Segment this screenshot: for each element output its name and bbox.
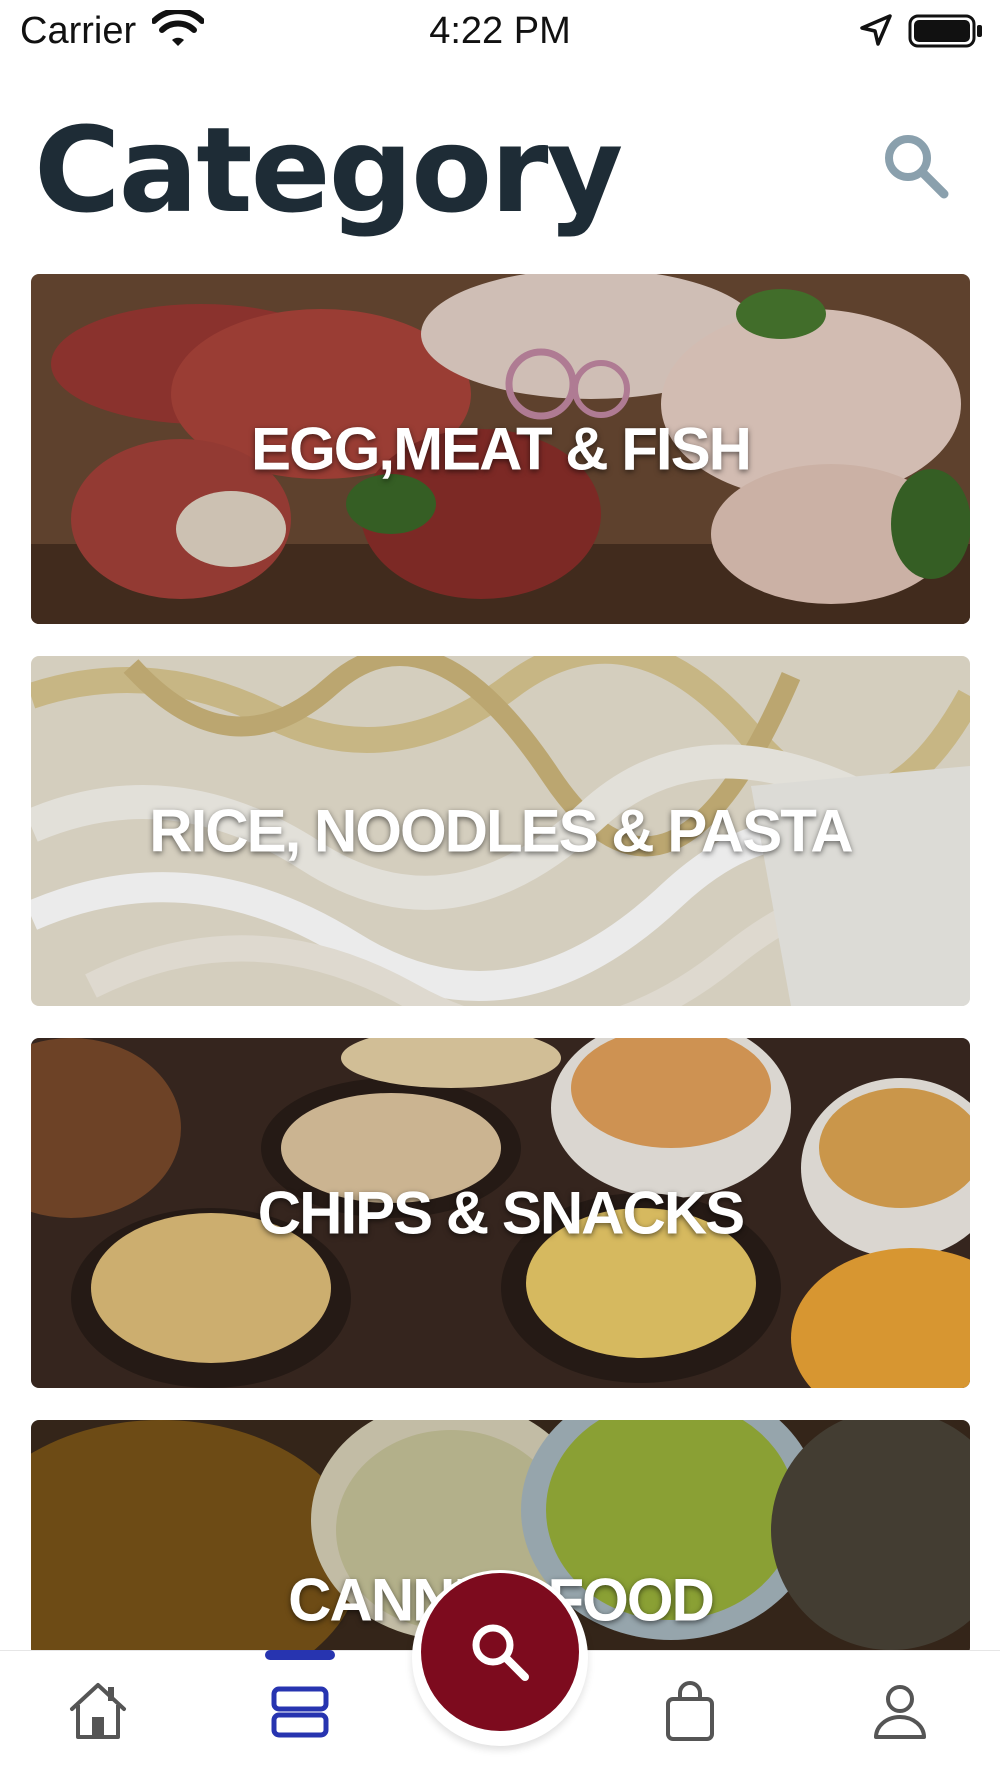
page-title: Category <box>34 101 623 239</box>
user-icon <box>874 1685 926 1739</box>
category-card-chips-snacks[interactable]: CHIPS & SNACKS <box>31 1038 970 1388</box>
tab-profile[interactable] <box>840 1651 960 1779</box>
category-label: RICE, NOODLES & PASTA <box>149 797 854 865</box>
shopping-bag-icon <box>666 1681 714 1741</box>
fab-search-button[interactable] <box>421 1573 579 1731</box>
status-time: 4:22 PM <box>429 10 571 52</box>
category-card-rice-noodles-pasta[interactable]: RICE, NOODLES & PASTA <box>31 656 970 1006</box>
battery-icon <box>908 14 982 48</box>
category-label: EGG,MEAT & FISH <box>251 415 752 483</box>
category-card-egg-meat-fish[interactable]: EGG,MEAT & FISH <box>31 274 970 624</box>
search-icon <box>885 135 949 199</box>
categories-icon <box>271 1686 329 1738</box>
home-icon <box>70 1683 126 1739</box>
header-search-button[interactable] <box>880 130 952 202</box>
search-icon <box>472 1624 529 1681</box>
category-label: CHIPS & SNACKS <box>257 1179 745 1247</box>
location-arrow-icon <box>860 14 892 46</box>
category-list: EGG,MEAT & FISH RICE, NOODLES & PASTA CH… <box>31 274 970 1688</box>
status-bar: Carrier 4:22 PM <box>0 0 1000 64</box>
active-tab-indicator <box>265 1650 335 1660</box>
tab-home[interactable] <box>38 1651 158 1779</box>
tab-categories[interactable] <box>240 1651 360 1779</box>
tab-cart[interactable] <box>630 1651 750 1779</box>
